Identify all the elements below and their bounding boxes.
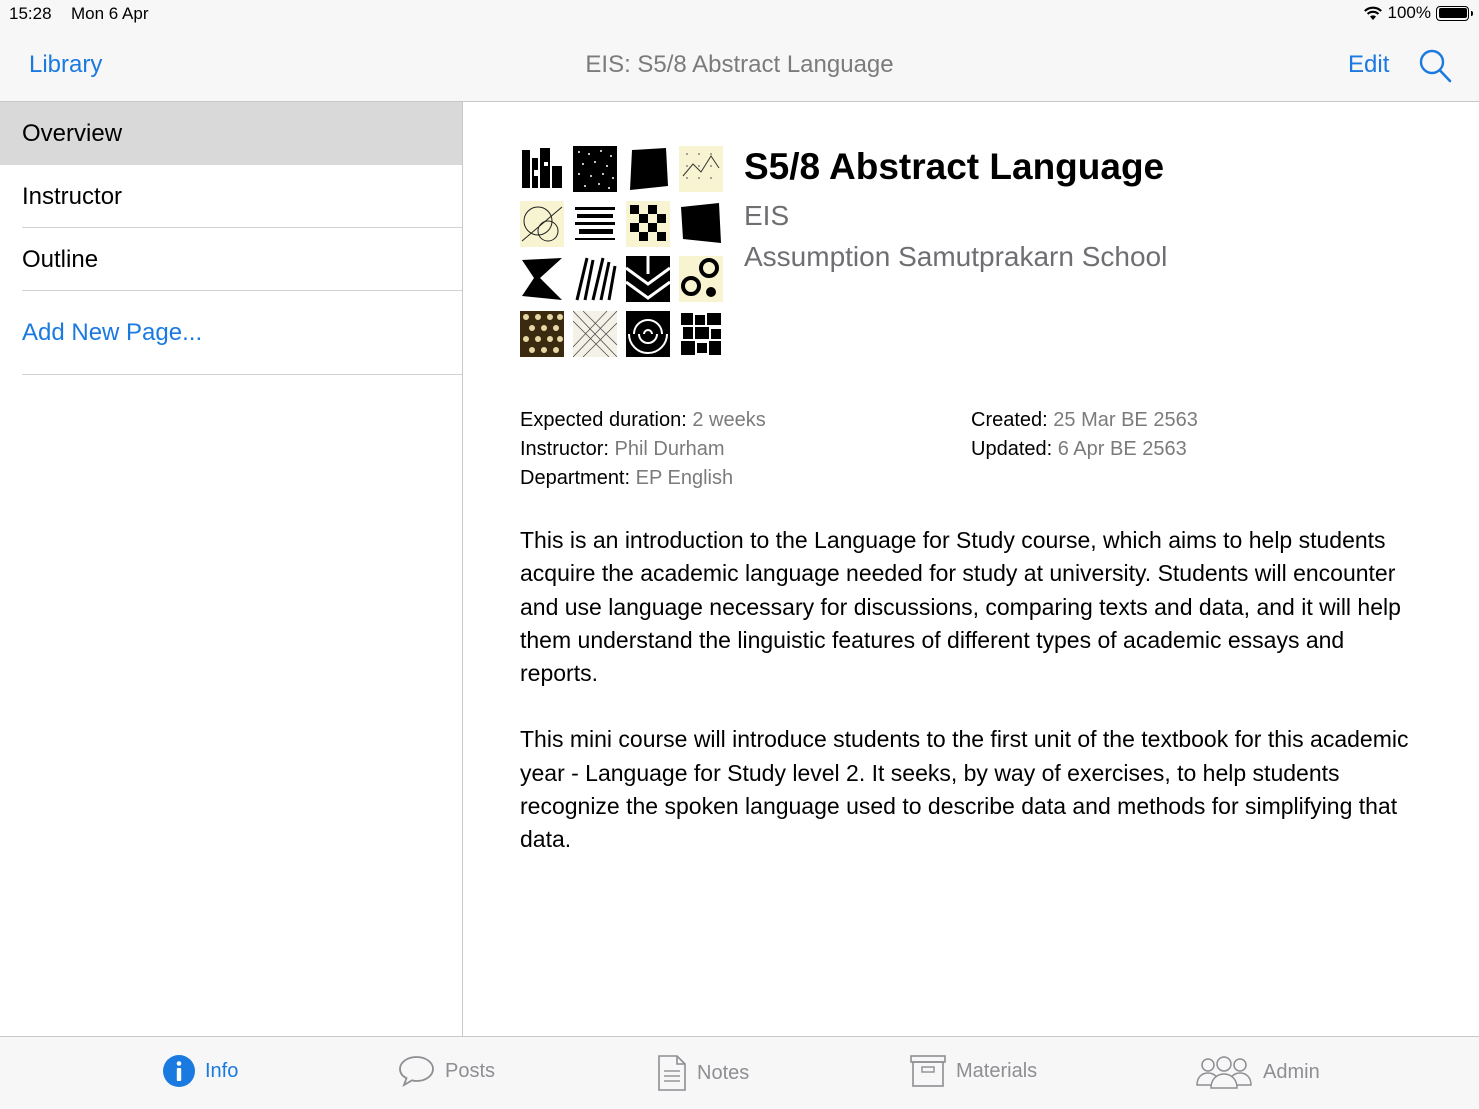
description-paragraph: This is an introduction to the Language … xyxy=(520,527,1401,687)
sidebar: Overview Instructor Outline Add New Page… xyxy=(0,102,463,1036)
cover-tile xyxy=(520,311,564,357)
meta-department: Department: EP English xyxy=(520,464,766,493)
meta-value: 25 Mar BE 2563 xyxy=(1053,409,1198,431)
meta-label: Updated: xyxy=(971,438,1053,460)
tab-info[interactable]: Info xyxy=(163,1055,238,1087)
course-school: Assumption Samutprakarn School xyxy=(744,241,1168,272)
tab-admin[interactable]: Admin xyxy=(1195,1055,1320,1089)
cover-tile xyxy=(520,146,564,192)
tab-materials[interactable]: Materials xyxy=(910,1055,1037,1087)
course-title: S5/8 Abstract Language xyxy=(744,146,1165,187)
people-group-icon xyxy=(1196,1056,1252,1089)
course-meta-left: Expected duration: 2 weeks Instructor: P… xyxy=(520,406,766,493)
meta-label: Instructor: xyxy=(520,438,609,460)
add-new-page-button[interactable]: Add New Page... xyxy=(0,291,462,375)
meta-value: EP English xyxy=(635,467,734,489)
tab-bar: Info Posts Notes Materials Admin xyxy=(0,1036,1479,1109)
cover-tile xyxy=(679,256,723,302)
description-paragraph: This mini course will introduce students… xyxy=(520,726,1409,853)
course-meta-right: Created: 25 Mar BE 2563 Updated: 6 Apr B… xyxy=(971,406,1198,464)
tab-label: Posts xyxy=(445,1059,496,1082)
cover-tile xyxy=(573,201,617,247)
cover-tile xyxy=(626,201,670,247)
divider xyxy=(22,374,462,375)
tab-label: Info xyxy=(205,1059,239,1082)
cover-tile xyxy=(573,146,617,192)
library-back-button[interactable]: Library xyxy=(29,51,102,79)
info-icon xyxy=(163,1055,195,1087)
meta-duration: Expected duration: 2 weeks xyxy=(520,406,766,435)
cover-tile xyxy=(573,311,617,357)
cover-tile xyxy=(520,256,564,302)
sidebar-item-outline[interactable]: Outline xyxy=(0,228,462,291)
sidebar-item-label: Outline xyxy=(22,246,99,273)
search-icon[interactable] xyxy=(1418,48,1452,84)
status-time: 15:28 xyxy=(9,4,52,23)
sidebar-item-overview[interactable]: Overview xyxy=(0,102,462,165)
meta-value: 2 weeks xyxy=(692,409,766,431)
edit-button[interactable]: Edit xyxy=(1348,51,1389,79)
speech-bubble-icon xyxy=(399,1056,434,1087)
cover-tile xyxy=(520,201,564,247)
navigation-bar: Library EIS: S5/8 Abstract Language Edit xyxy=(0,28,1479,102)
status-date: Mon 6 Apr xyxy=(71,4,149,23)
battery-percent: 100% xyxy=(1387,3,1431,22)
document-icon xyxy=(658,1055,686,1091)
course-code: EIS xyxy=(744,200,790,231)
cover-tile xyxy=(626,256,670,302)
cover-tile xyxy=(626,146,670,192)
tab-posts[interactable]: Posts xyxy=(398,1055,495,1087)
meta-label: Department: xyxy=(520,467,631,489)
meta-value: 6 Apr BE 2563 xyxy=(1057,438,1187,460)
course-cover-image xyxy=(520,146,724,357)
sidebar-item-label: Overview xyxy=(22,120,123,147)
sidebar-item-instructor[interactable]: Instructor xyxy=(0,165,462,228)
meta-value: Phil Durham xyxy=(614,438,725,460)
page-title: EIS: S5/8 Abstract Language xyxy=(585,51,894,78)
add-new-page-label: Add New Page... xyxy=(22,319,203,346)
cover-tile xyxy=(626,311,670,357)
meta-created: Created: 25 Mar BE 2563 xyxy=(971,406,1198,435)
cover-tile xyxy=(679,201,723,247)
status-right: 100% xyxy=(1363,3,1473,23)
cover-tile xyxy=(679,311,723,357)
tab-label: Materials xyxy=(956,1059,1038,1082)
cover-tile xyxy=(573,256,617,302)
course-description: This is an introduction to the Language … xyxy=(520,524,1420,890)
tab-label: Notes xyxy=(697,1061,750,1084)
sidebar-item-label: Instructor xyxy=(22,183,123,210)
meta-instructor: Instructor: Phil Durham xyxy=(520,435,766,464)
meta-label: Expected duration: xyxy=(520,409,687,431)
tab-notes[interactable]: Notes xyxy=(657,1055,749,1091)
tab-label: Admin xyxy=(1263,1060,1320,1083)
wifi-icon xyxy=(1363,6,1382,20)
cover-tile xyxy=(679,146,723,192)
battery-icon xyxy=(1436,5,1473,21)
meta-updated: Updated: 6 Apr BE 2563 xyxy=(971,435,1198,464)
meta-label: Created: xyxy=(971,409,1048,431)
status-bar: 15:28 Mon 6 Apr 100% xyxy=(0,0,1479,28)
archive-box-icon xyxy=(910,1055,946,1087)
course-overview: S5/8 Abstract Language EIS Assumption Sa… xyxy=(463,102,1479,1036)
